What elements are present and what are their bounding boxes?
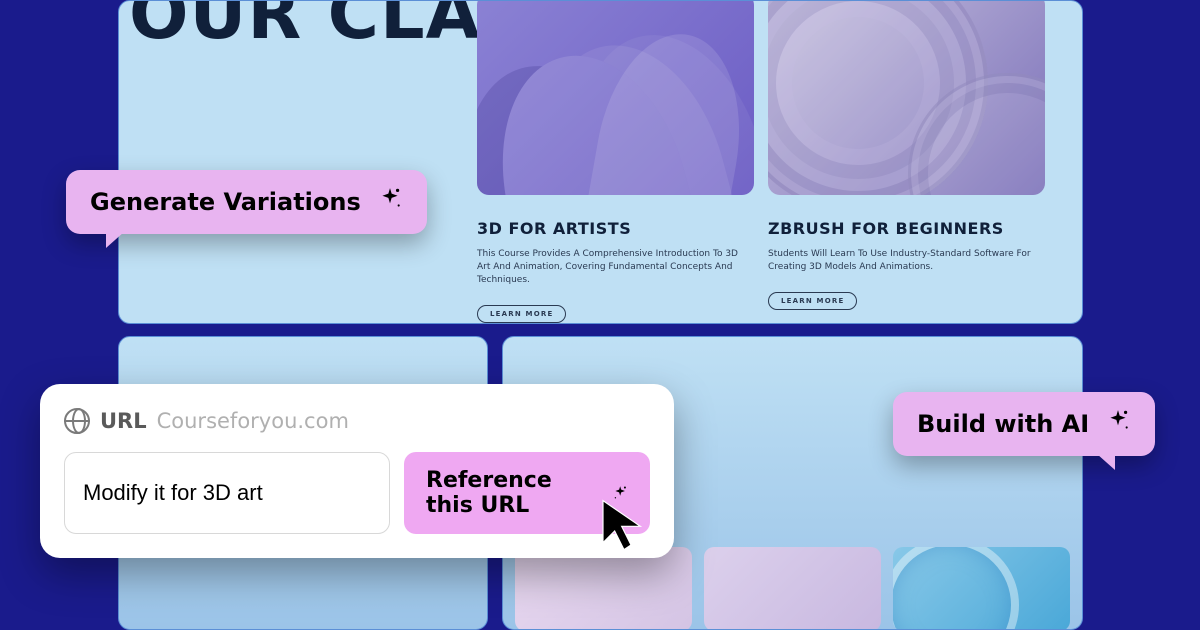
cursor-icon — [596, 496, 652, 552]
thumbnail[interactable] — [704, 547, 881, 630]
course-description: Students Will Learn To Use Industry-Stan… — [768, 248, 1045, 274]
thumbnail-row — [515, 547, 1070, 630]
sparkle-icon — [377, 186, 403, 218]
course-cards: 3D FOR ARTISTS This Course Provides A Co… — [477, 0, 1045, 323]
course-title: 3D FOR ARTISTS — [477, 219, 754, 238]
course-image — [768, 0, 1045, 195]
course-image — [477, 0, 754, 195]
course-card[interactable]: 3D FOR ARTISTS This Course Provides A Co… — [477, 0, 754, 323]
pill-label: Build with AI — [917, 410, 1089, 438]
thumbnail[interactable] — [893, 547, 1070, 630]
classes-section: OUR CLASSES 3D FOR ARTISTS This Course P… — [118, 0, 1083, 324]
learn-more-button[interactable]: LEARN MORE — [768, 292, 857, 310]
build-with-ai-button[interactable]: Build with AI — [893, 392, 1155, 456]
globe-icon — [64, 408, 90, 434]
url-row: URL Courseforyou.com — [64, 408, 650, 434]
thumbnail[interactable] — [515, 547, 692, 630]
learn-more-button[interactable]: LEARN MORE — [477, 305, 566, 323]
button-label: Reference this URL — [426, 468, 602, 518]
input-row: Reference this URL — [64, 452, 650, 534]
sparkle-icon — [1105, 408, 1131, 440]
course-title: ZBRUSH FOR BEGINNERS — [768, 219, 1045, 238]
generate-variations-button[interactable]: Generate Variations — [66, 170, 427, 234]
modify-prompt-input[interactable] — [64, 452, 390, 534]
course-card[interactable]: ZBRUSH FOR BEGINNERS Students Will Learn… — [768, 0, 1045, 323]
url-reference-popup: URL Courseforyou.com Reference this URL — [40, 384, 674, 558]
url-domain: Courseforyou.com — [157, 409, 349, 433]
pill-label: Generate Variations — [90, 188, 361, 216]
url-label: URL — [100, 409, 147, 433]
course-description: This Course Provides A Comprehensive Int… — [477, 248, 754, 287]
